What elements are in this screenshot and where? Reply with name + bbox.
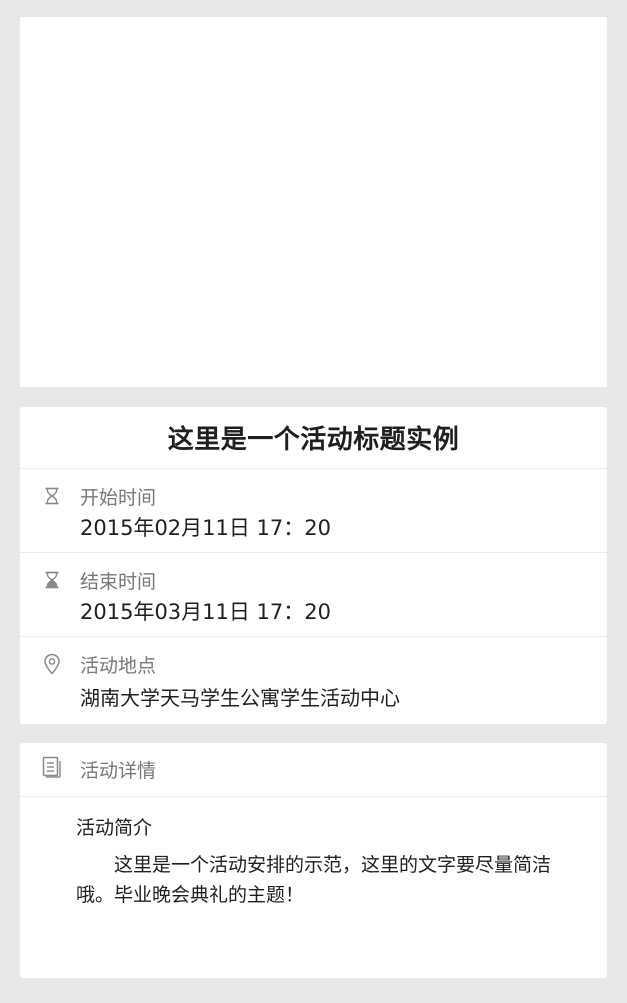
location-value: 湖南大学天马学生公寓学生活动中心 [80, 686, 400, 710]
location-row: 活动地点 湖南大学天马学生公寓学生活动中心 [20, 637, 607, 724]
event-title: 这里是一个活动标题实例 [167, 425, 460, 455]
location-pin-icon [41, 653, 63, 675]
start-time-row: 开始时间 2015年02月11日 17：20 [20, 469, 607, 553]
event-detail-card: 活动详情 活动简介 这里是一个活动安排的示范，这里的文字要尽量简洁哦。毕业晚会典… [20, 743, 607, 978]
end-time-value: 2015年03月11日 17：20 [80, 600, 332, 624]
hourglass-outline-icon [41, 485, 63, 507]
end-time-label: 结束时间 [80, 571, 157, 593]
event-info-card: 这里是一个活动标题实例 开始时间 2015年02月11日 17：20 结束时间 … [20, 407, 607, 724]
event-title-row: 这里是一个活动标题实例 [20, 407, 607, 469]
hourglass-filled-icon [41, 569, 63, 591]
detail-header: 活动详情 [20, 743, 607, 797]
intro-text: 这里是一个活动安排的示范，这里的文字要尽量简洁哦。毕业晚会典礼的主题！ [76, 854, 552, 906]
detail-header-label: 活动详情 [80, 760, 157, 782]
event-banner-image [20, 17, 607, 387]
start-time-value: 2015年02月11日 17：20 [80, 516, 332, 540]
document-icon [41, 756, 63, 778]
location-label: 活动地点 [80, 655, 157, 677]
end-time-row: 结束时间 2015年03月11日 17：20 [20, 553, 607, 637]
intro-title: 活动简介 [76, 817, 153, 839]
start-time-label: 开始时间 [80, 487, 157, 509]
